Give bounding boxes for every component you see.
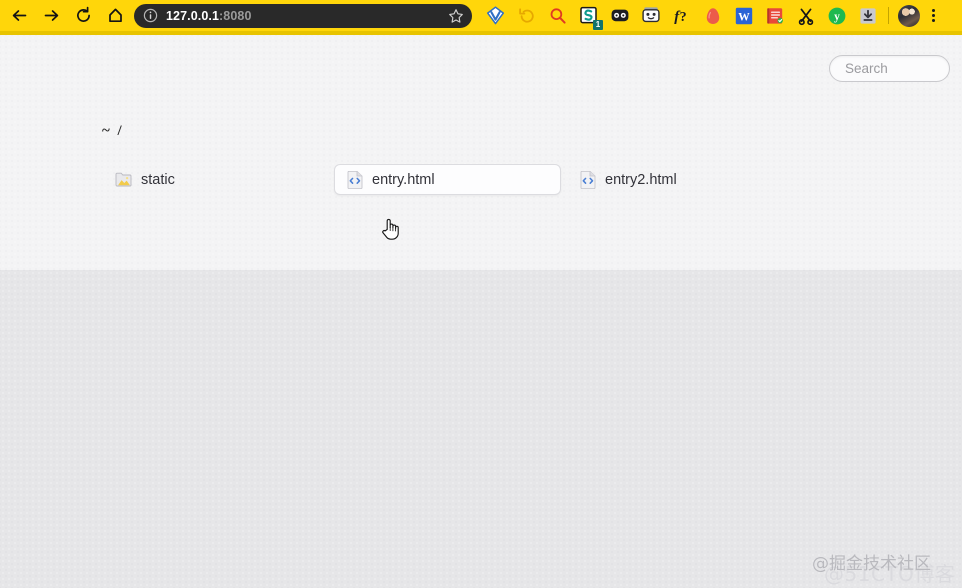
magnifier-icon [550,7,566,24]
forward-arrow-icon [44,10,58,21]
file-list: static entry.html entry2.html [0,164,962,198]
scissors-icon [798,8,813,25]
robot-extension[interactable] [639,4,662,27]
downloads-button[interactable] [856,4,879,27]
panda-extension[interactable] [608,4,631,27]
extension-badge-count: 1 [593,20,603,30]
file-name: entry2.html [605,171,677,188]
browser-toolbar: 127.0.0.1:8080 1 f ? W y [0,0,962,31]
history-extension[interactable] [515,4,538,27]
file-name: static [141,171,175,188]
address-bar[interactable]: 127.0.0.1:8080 [134,3,472,28]
svg-text:y: y [834,11,840,23]
red-notepad-icon [766,7,783,24]
home-button[interactable] [102,3,128,29]
page-content: ~ / static entry.html [0,35,962,588]
word-extension[interactable]: W [732,4,755,27]
vivaldi-extension[interactable] [484,4,507,27]
search-extension[interactable] [546,4,569,27]
scrapbook-extension[interactable]: 1 [577,4,603,30]
avatar[interactable] [898,4,920,27]
back-arrow-icon [12,10,26,21]
extensions-area: 1 f ? W y [480,0,962,31]
file-item-entry-html[interactable]: entry.html [334,164,561,195]
browser-menu-button[interactable] [924,4,942,27]
f-question-icon: f ? [674,9,686,25]
download-tray-icon [859,7,876,24]
toolbar-divider [888,7,889,24]
home-icon [108,8,122,23]
reload-icon [76,6,90,22]
formula-extension[interactable]: f ? [670,4,693,27]
page-background-upper [0,35,962,270]
page-background-lower [0,270,962,588]
info-circle-icon[interactable] [143,8,158,23]
clip-extension[interactable] [794,4,817,27]
url-text: 127.0.0.1:8080 [166,8,252,23]
undo-arrow-icon [518,7,534,23]
star-outline-icon[interactable] [448,8,464,24]
blue-diamond-v-icon [486,6,505,25]
breadcrumb: ~ / [102,123,124,139]
svg-text:W: W [738,11,750,23]
red-egg-icon [706,7,719,24]
toolbar-underline [0,31,962,35]
three-dots-vertical-icon [931,9,935,12]
egg-extension[interactable] [701,4,724,27]
forward-button[interactable] [38,3,64,29]
code-file-icon [347,170,363,189]
reload-button[interactable] [70,3,96,29]
file-name: entry.html [372,171,435,188]
youdao-extension[interactable]: y [825,4,848,27]
blue-w-icon: W [735,7,752,24]
dark-dots-icon [611,9,628,22]
code-file-icon [580,170,596,189]
file-item-entry2-html[interactable]: entry2.html [567,164,697,195]
search-box[interactable] [829,55,950,82]
green-y-circle-icon: y [828,7,845,24]
back-button[interactable] [6,3,32,29]
folder-icon [115,172,132,187]
file-item-static[interactable]: static [102,164,222,195]
search-input[interactable] [843,60,936,77]
robot-face-icon [641,7,660,23]
svg-text:?: ? [679,10,686,25]
notes-extension[interactable] [763,4,786,27]
